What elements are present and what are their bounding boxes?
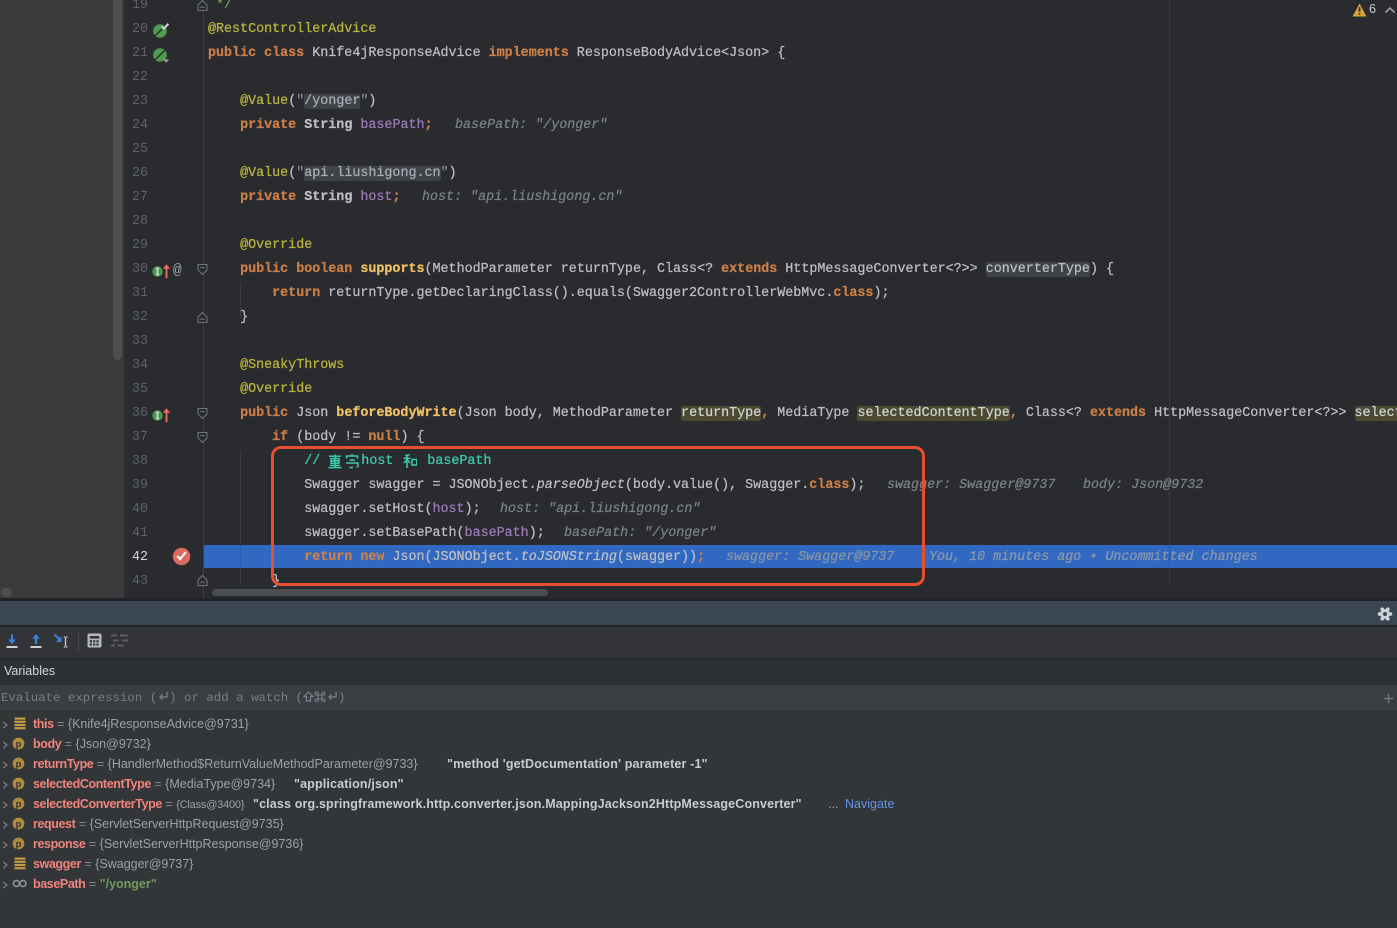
svg-text:p: p [15, 799, 21, 810]
svg-text:p: p [15, 739, 21, 750]
svg-text:p: p [15, 759, 21, 770]
svg-text:p: p [15, 819, 21, 830]
svg-text:p: p [15, 779, 21, 790]
svg-text:p: p [15, 839, 21, 850]
